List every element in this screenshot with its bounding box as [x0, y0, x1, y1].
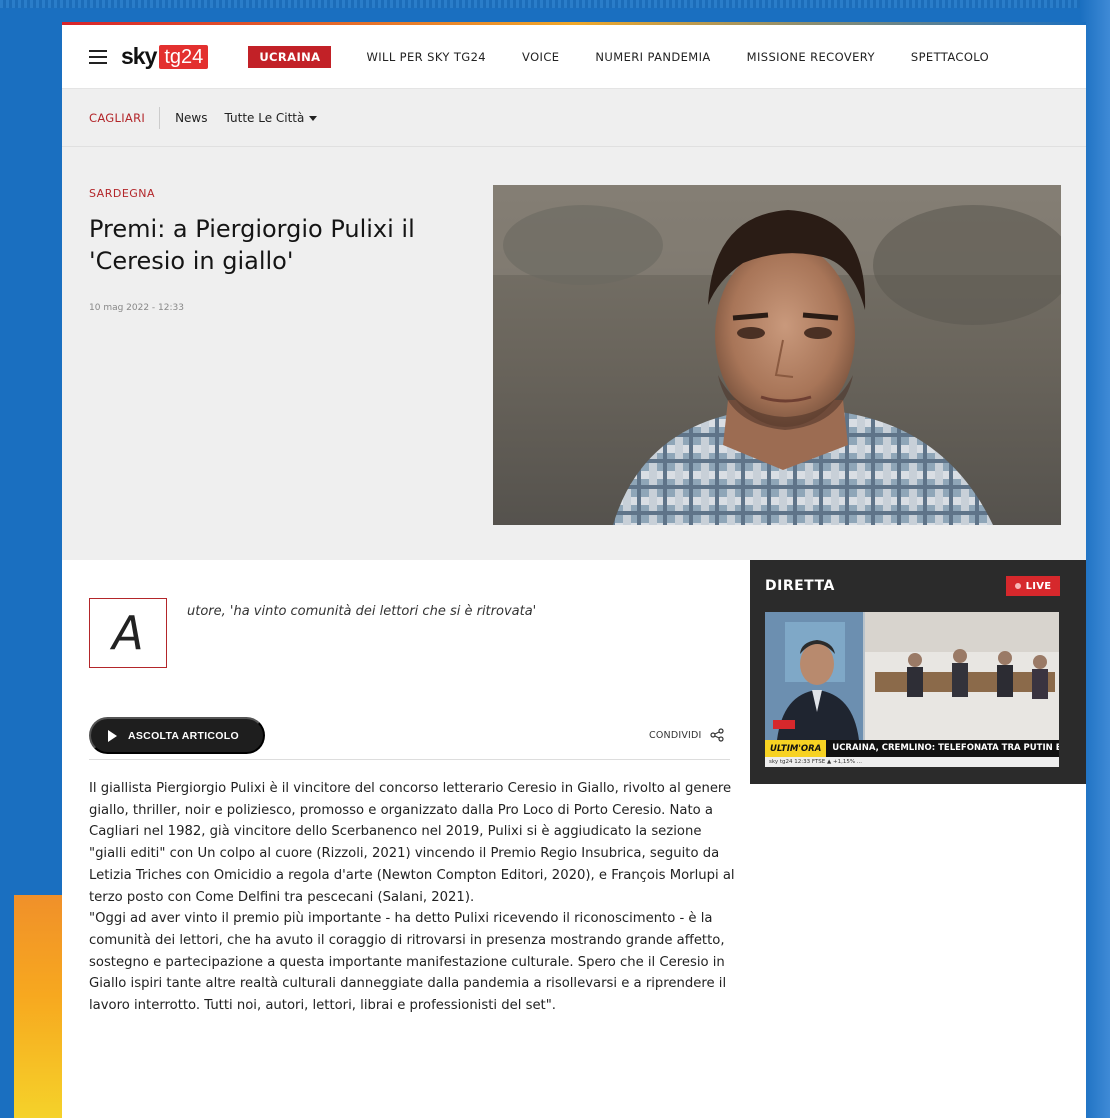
listen-article-label: ASCOLTA ARTICOLO [128, 729, 239, 742]
logo-sky-text: sky [121, 43, 157, 69]
nav-item-spettacolo[interactable]: SPETTACOLO [911, 50, 989, 64]
play-icon [108, 729, 117, 742]
nav-item-voice[interactable]: VOICE [522, 50, 559, 64]
subnav-news[interactable]: News [175, 111, 207, 125]
share-icon [709, 728, 724, 742]
nav-item-numeri-pandemia[interactable]: NUMERI PANDEMIA [595, 50, 710, 64]
article-photo [493, 185, 1061, 525]
sky-tg24-logo[interactable]: sky tg24 [121, 43, 209, 70]
article-page: sky tg24 UCRAINA WILL PER SKY TG24 VOICE… [62, 22, 1086, 1118]
share-label: CONDIVIDI [649, 729, 702, 741]
listen-article-button[interactable]: ASCOLTA ARTICOLO [89, 717, 265, 754]
dropcap-letter: A [89, 598, 167, 668]
subnav-cities-label: Tutte Le Città [224, 110, 305, 125]
sub-nav: CAGLIARI News Tutte Le Città [62, 89, 1086, 147]
article-body-section: A utore, 'ha vinto comunità dei lettori … [62, 560, 1086, 1118]
nav-item-missione-recovery[interactable]: MISSIONE RECOVERY [747, 50, 875, 64]
article-paragraph: Il giallista Piergiorgio Pulixi è il vin… [89, 781, 735, 905]
main-nav: sky tg24 UCRAINA WILL PER SKY TG24 VOICE… [62, 25, 1086, 89]
ticker-bottom-bar: sky tg24 12:33 FTSE ▲ +1,15% ... [765, 757, 1059, 767]
ticker-text: UCRAINA, CREMLINO: TELEFONATA TRA PUTIN … [826, 740, 1059, 757]
live-video-thumbnail[interactable]: ULTIM'ORA UCRAINA, CREMLINO: TELEFONATA … [765, 612, 1059, 767]
article-paragraph: "Oggi ad aver vinto il premio più import… [89, 911, 727, 1014]
article-title: Premi: a Piergiorgio Pulixi il 'Ceresio … [89, 215, 415, 275]
article-summary: utore, 'ha vinto comunità dei lettori ch… [187, 604, 537, 619]
background-strip [0, 0, 1110, 8]
menu-icon[interactable] [89, 49, 107, 64]
subnav-city[interactable]: CAGLIARI [89, 106, 161, 129]
breaking-news-ticker: ULTIM'ORA UCRAINA, CREMLINO: TELEFONATA … [765, 740, 1059, 757]
live-badge-label: LIVE [1025, 580, 1052, 592]
article-date: 10 mag 2022 - 12:33 [89, 303, 184, 313]
share-button[interactable]: CONDIVIDI [649, 728, 724, 742]
divider [89, 759, 730, 760]
article-hero: SARDEGNA Premi: a Piergiorgio Pulixi il … [62, 147, 1086, 560]
live-title: DIRETTA [765, 578, 835, 594]
subnav-cities-dropdown[interactable]: Tutte Le Città [225, 111, 318, 125]
live-video-frame [765, 612, 1059, 740]
live-badge: LIVE [1006, 576, 1060, 596]
nav-item-ucraina[interactable]: UCRAINA [248, 45, 332, 68]
live-widget: DIRETTA LIVE ULTIM'ORA UCRAINA, CREMLINO… [750, 560, 1086, 784]
article-kicker[interactable]: SARDEGNA [89, 187, 155, 200]
live-dot-icon [1014, 583, 1021, 589]
ticker-label: ULTIM'ORA [765, 743, 827, 754]
background-accent-edge [0, 895, 14, 1118]
chevron-down-icon [309, 115, 318, 121]
article-text: Il giallista Piergiorgio Pulixi è il vin… [89, 778, 739, 1017]
logo-tg24-text: tg24 [159, 44, 209, 69]
nav-item-will[interactable]: WILL PER SKY TG24 [366, 50, 486, 64]
